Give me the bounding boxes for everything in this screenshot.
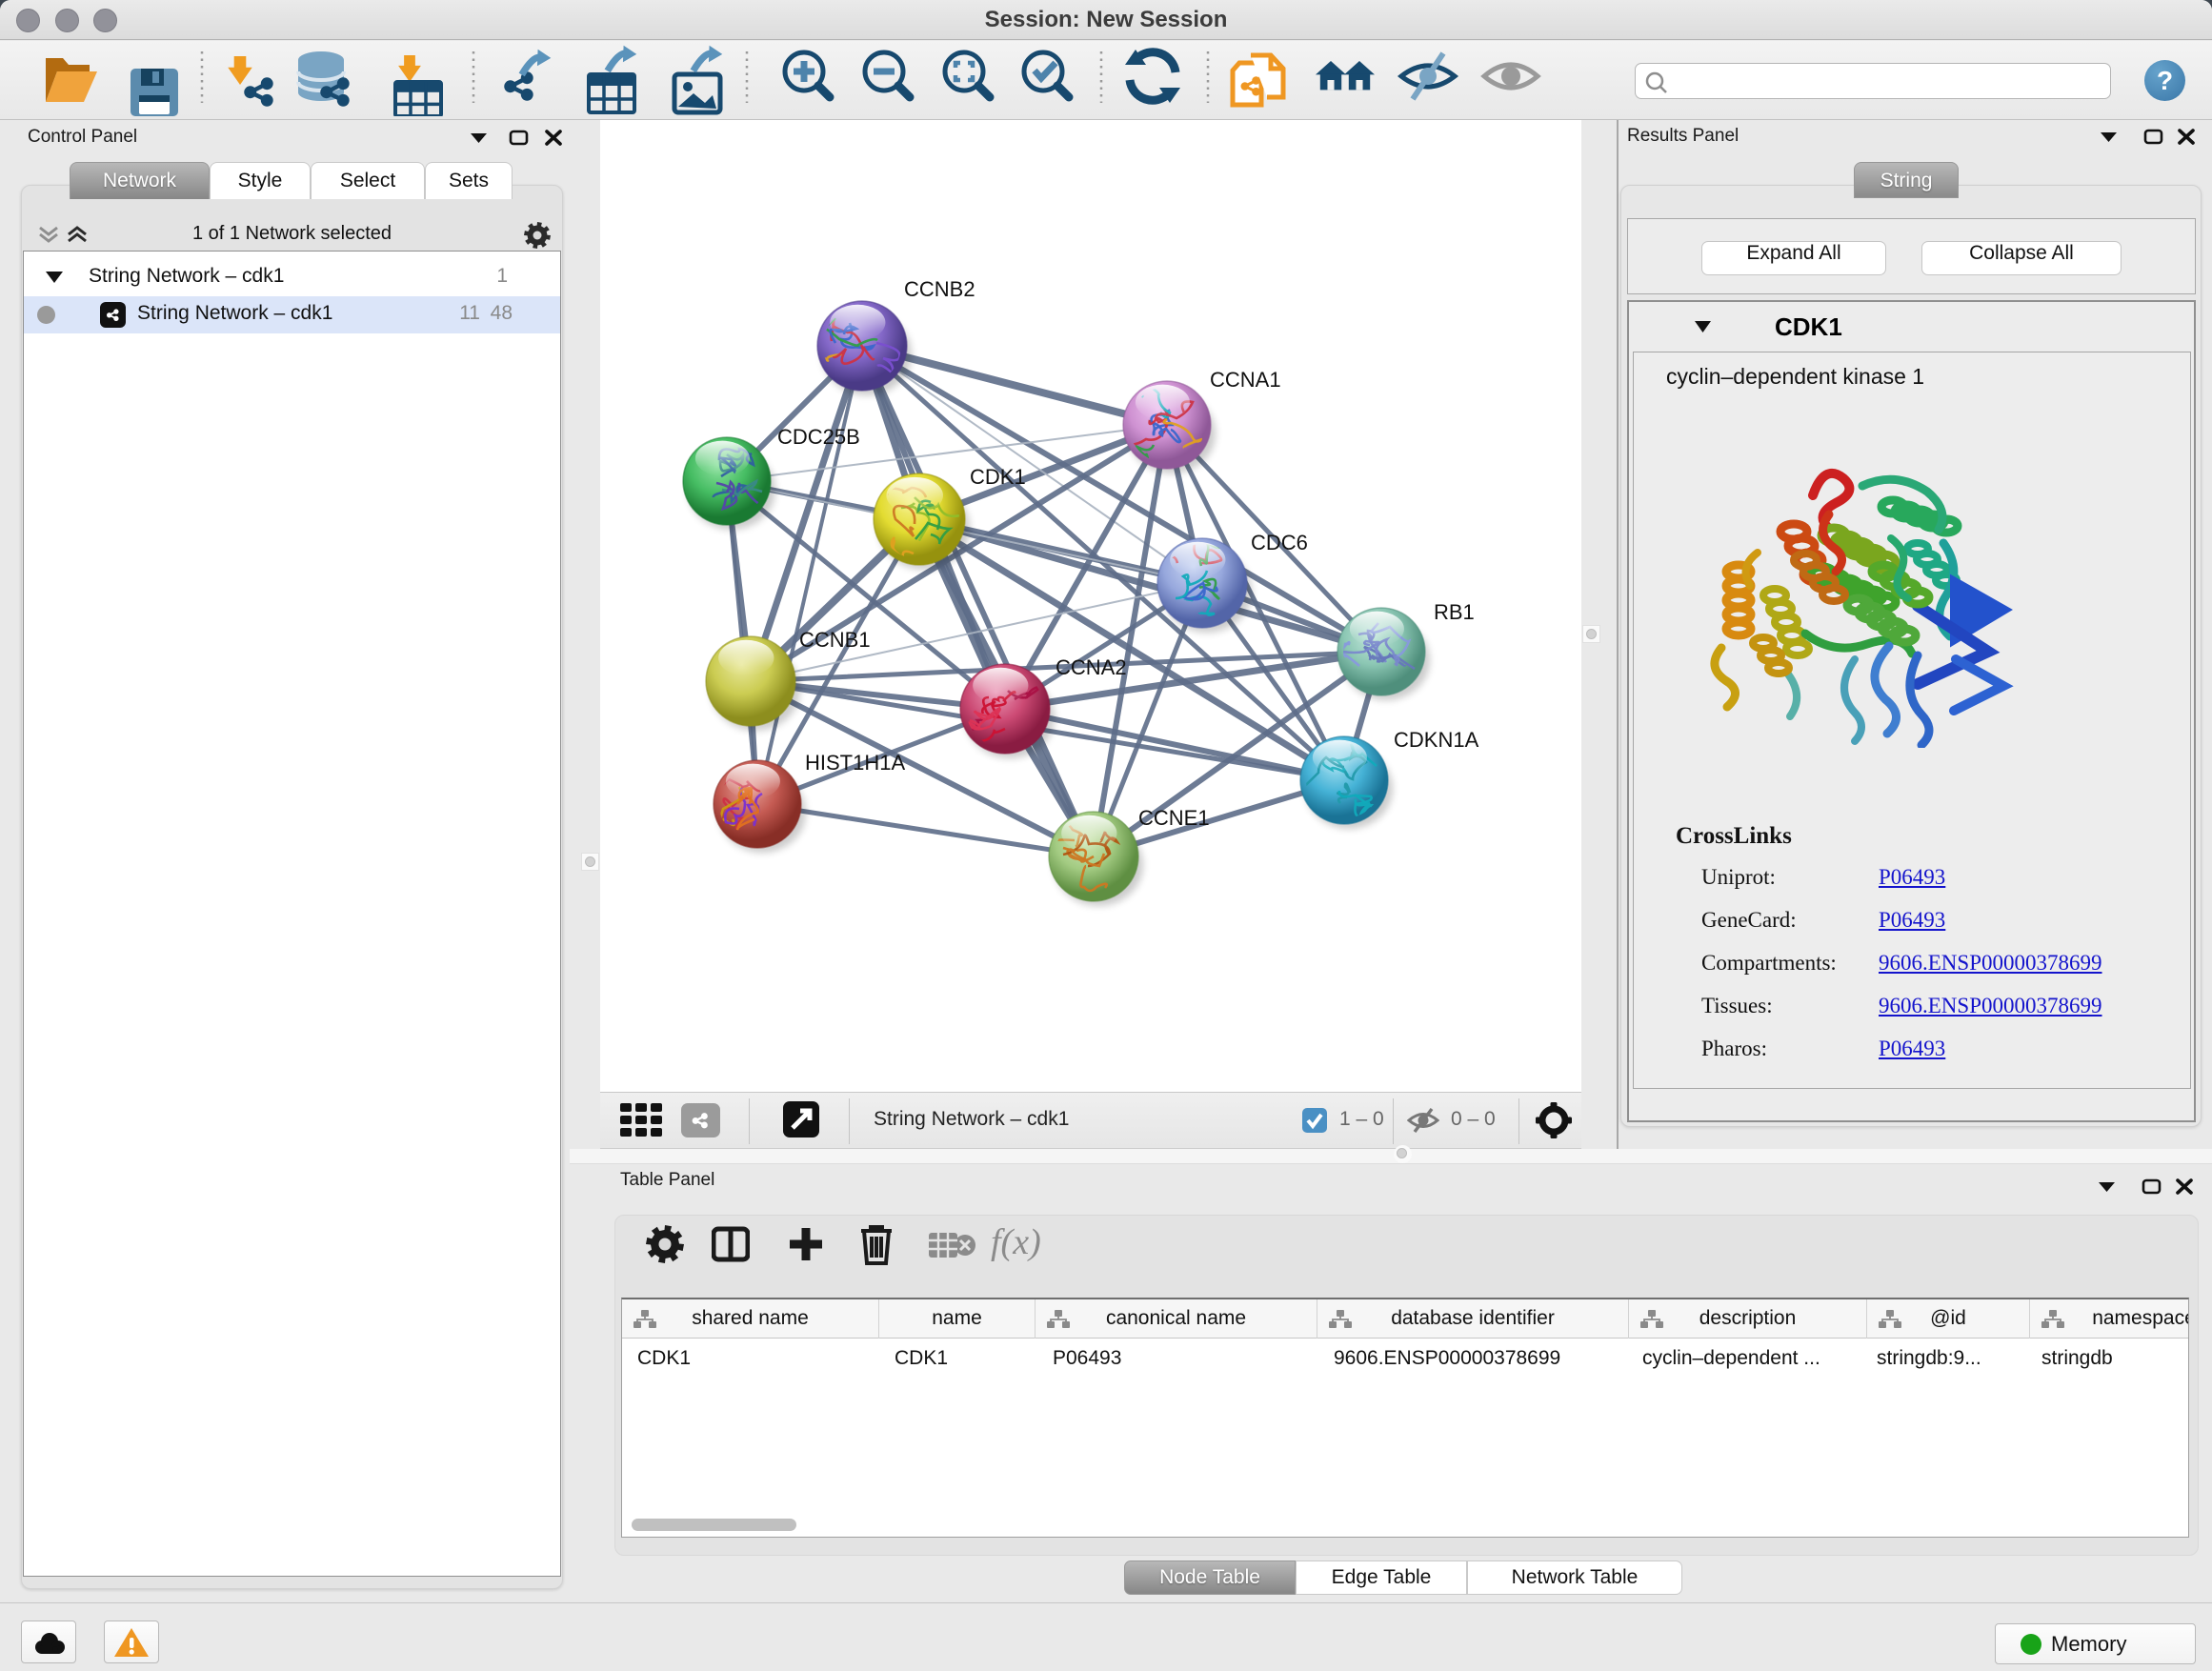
svg-text:CCNA1: CCNA1 xyxy=(1210,368,1281,392)
svg-text:RB1: RB1 xyxy=(1434,600,1475,624)
svg-text:CDK1: CDK1 xyxy=(970,465,1026,489)
svg-text:CCNB1: CCNB1 xyxy=(799,628,871,652)
svg-text:CCNE1: CCNE1 xyxy=(1138,806,1210,830)
svg-text:CCNB2: CCNB2 xyxy=(904,277,975,301)
svg-text:CDC25B: CDC25B xyxy=(777,425,860,449)
svg-text:HIST1H1A: HIST1H1A xyxy=(805,751,905,775)
svg-text:CCNA2: CCNA2 xyxy=(1056,655,1127,679)
svg-text:CDKN1A: CDKN1A xyxy=(1394,728,1479,752)
svg-text:CDC6: CDC6 xyxy=(1251,531,1308,554)
